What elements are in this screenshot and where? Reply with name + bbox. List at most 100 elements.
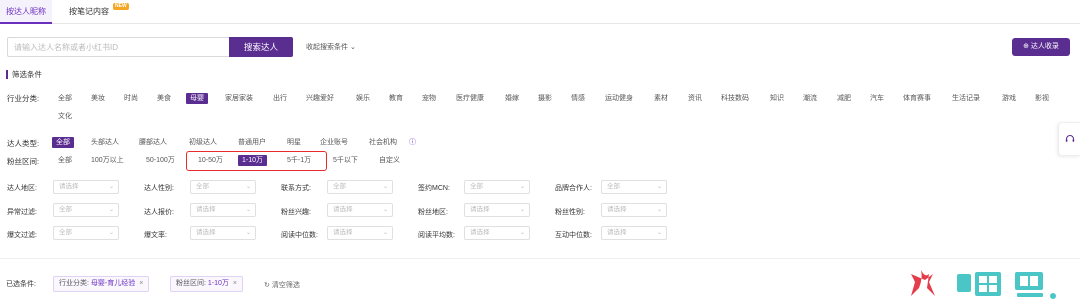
watermark-logo <box>911 270 1056 299</box>
industry-option[interactable]: 体育赛事 <box>903 93 931 104</box>
close-icon[interactable]: × <box>233 280 237 287</box>
tab-bar: 按达人昵称 按笔记内容 NEW <box>0 0 1080 24</box>
interaction-median-select[interactable]: 请选择 ⌄ <box>601 226 667 240</box>
industry-option-selected[interactable]: 母婴 <box>186 93 208 104</box>
read-median-select[interactable]: 请选择 ⌄ <box>327 226 393 240</box>
contact-select[interactable]: 全部 ⌄ <box>327 180 393 194</box>
fans-range-option[interactable]: 5千以下 <box>333 155 358 166</box>
kol-type-option[interactable]: 明星 <box>287 137 301 148</box>
collect-kol-button[interactable]: ⊕ 达人收录 <box>1012 38 1070 56</box>
filter-label: 粉丝地区: <box>418 209 448 216</box>
region-select[interactable]: 请选择 ⌄ <box>53 180 119 194</box>
filter-label: 互动中位数: <box>555 232 592 239</box>
filter-label: 签约MCN: <box>418 185 450 192</box>
filter-label: 爆文过滤: <box>7 232 37 239</box>
brand-partner-select[interactable]: 全部 ⌄ <box>601 180 667 194</box>
customer-service-float[interactable] <box>1058 122 1080 156</box>
chevron-down-icon: ⌄ <box>108 230 114 236</box>
industry-label: 行业分类: <box>7 94 40 103</box>
kol-type-option[interactable]: 企业账号 <box>320 137 348 148</box>
fans-interest-select[interactable]: 请选择 ⌄ <box>327 203 393 217</box>
industry-option[interactable]: 娱乐 <box>356 93 370 104</box>
industry-option[interactable]: 宠物 <box>422 93 436 104</box>
industry-option[interactable]: 情感 <box>571 93 585 104</box>
viral-filter-select[interactable]: 全部 ⌄ <box>53 226 119 240</box>
industry-option[interactable]: 运动健身 <box>605 93 633 104</box>
kol-type-option[interactable]: 头部达人 <box>91 137 119 148</box>
industry-option[interactable]: 影视 <box>1035 93 1049 104</box>
industry-option[interactable]: 医疗健康 <box>456 93 484 104</box>
industry-option[interactable]: 资讯 <box>688 93 702 104</box>
industry-option[interactable]: 科技数码 <box>721 93 749 104</box>
chevron-down-icon: ⌄ <box>519 184 525 190</box>
kol-type-option[interactable]: 普通用户 <box>238 137 266 148</box>
industry-option[interactable]: 出行 <box>273 93 287 104</box>
industry-option[interactable]: 汽车 <box>870 93 884 104</box>
kol-type-option[interactable]: 初级达人 <box>189 137 217 148</box>
chevron-down-icon: ⌄ <box>349 44 356 51</box>
filter-label: 阅读中位数: <box>281 232 318 239</box>
headset-icon <box>1065 135 1075 142</box>
industry-option[interactable]: 素材 <box>654 93 668 104</box>
read-average-select[interactable]: 请选择 ⌄ <box>464 226 530 240</box>
mcn-select[interactable]: 全部 ⌄ <box>464 180 530 194</box>
filter-label: 粉丝兴趣: <box>281 209 311 216</box>
kol-type-option-selected[interactable]: 全部 <box>52 137 74 148</box>
applied-tag-industry: 行业分类: 母婴-育儿经验 × <box>53 276 150 292</box>
fans-region-select[interactable]: 请选择 ⌄ <box>464 203 530 217</box>
fans-range-option[interactable]: 自定义 <box>379 155 400 166</box>
fans-gender-select[interactable]: 请选择 ⌄ <box>601 203 667 217</box>
chevron-down-icon: ⌄ <box>382 184 388 190</box>
chevron-down-icon: ⌄ <box>108 207 114 213</box>
filter-label: 达人性别: <box>144 185 174 192</box>
plus-circle-icon: ⊕ <box>1023 43 1029 50</box>
industry-option[interactable]: 生活记录 <box>952 93 980 104</box>
divider <box>0 258 1080 259</box>
industry-option[interactable]: 美食 <box>157 93 171 104</box>
tab-by-nickname[interactable]: 按达人昵称 <box>0 0 52 24</box>
industry-option[interactable]: 潮流 <box>803 93 817 104</box>
industry-option[interactable]: 婚嫁 <box>505 93 519 104</box>
filter-label: 粉丝性别: <box>555 209 585 216</box>
search-button[interactable]: 搜索达人 <box>229 37 293 57</box>
chevron-down-icon: ⌄ <box>382 207 388 213</box>
fans-range-option[interactable]: 100万以上 <box>91 155 124 166</box>
viral-rate-select[interactable]: 请选择 ⌄ <box>190 226 256 240</box>
kol-type-option[interactable]: 社会机构 <box>369 137 397 148</box>
chevron-down-icon: ⌄ <box>656 207 662 213</box>
chevron-down-icon: ⌄ <box>245 230 251 236</box>
industry-option[interactable]: 时尚 <box>124 93 138 104</box>
collapse-conditions-link[interactable]: 收起搜索条件 ⌄ <box>306 42 356 52</box>
close-icon[interactable]: × <box>139 280 143 287</box>
industry-option[interactable]: 全部 <box>58 93 72 104</box>
anomaly-select[interactable]: 全部 ⌄ <box>53 203 119 217</box>
section-title: 筛选条件 <box>6 70 42 79</box>
industry-option[interactable]: 知识 <box>770 93 784 104</box>
chevron-down-icon: ⌄ <box>108 184 114 190</box>
gender-select[interactable]: 全部 ⌄ <box>190 180 256 194</box>
filter-label: 异常过滤: <box>7 209 37 216</box>
tab-by-note-content[interactable]: 按笔记内容 <box>69 0 109 24</box>
refresh-icon: ↻ <box>264 282 270 289</box>
industry-option[interactable]: 家居家装 <box>225 93 253 104</box>
industry-option[interactable]: 教育 <box>389 93 403 104</box>
fans-range-option[interactable]: 50-100万 <box>146 155 175 166</box>
filter-label: 达人地区: <box>7 185 37 192</box>
chevron-down-icon: ⌄ <box>519 230 525 236</box>
fans-range-option[interactable]: 全部 <box>58 155 72 166</box>
industry-option[interactable]: 文化 <box>58 111 72 122</box>
quote-select[interactable]: 请选择 ⌄ <box>190 203 256 217</box>
info-icon[interactable]: ⓘ <box>409 137 416 148</box>
industry-option[interactable]: 游戏 <box>1002 93 1016 104</box>
fans-range-label: 粉丝区间: <box>7 157 40 166</box>
chevron-down-icon: ⌄ <box>245 207 251 213</box>
industry-option[interactable]: 减肥 <box>837 93 851 104</box>
kol-type-option[interactable]: 腰部达人 <box>139 137 167 148</box>
search-input[interactable] <box>7 37 229 57</box>
filter-label: 联系方式: <box>281 185 311 192</box>
industry-option[interactable]: 摄影 <box>538 93 552 104</box>
new-badge: NEW <box>113 3 129 10</box>
industry-option[interactable]: 兴趣爱好 <box>306 93 334 104</box>
industry-option[interactable]: 美妆 <box>91 93 105 104</box>
clear-filter-button[interactable]: ↻ 清空筛选 <box>264 280 300 290</box>
